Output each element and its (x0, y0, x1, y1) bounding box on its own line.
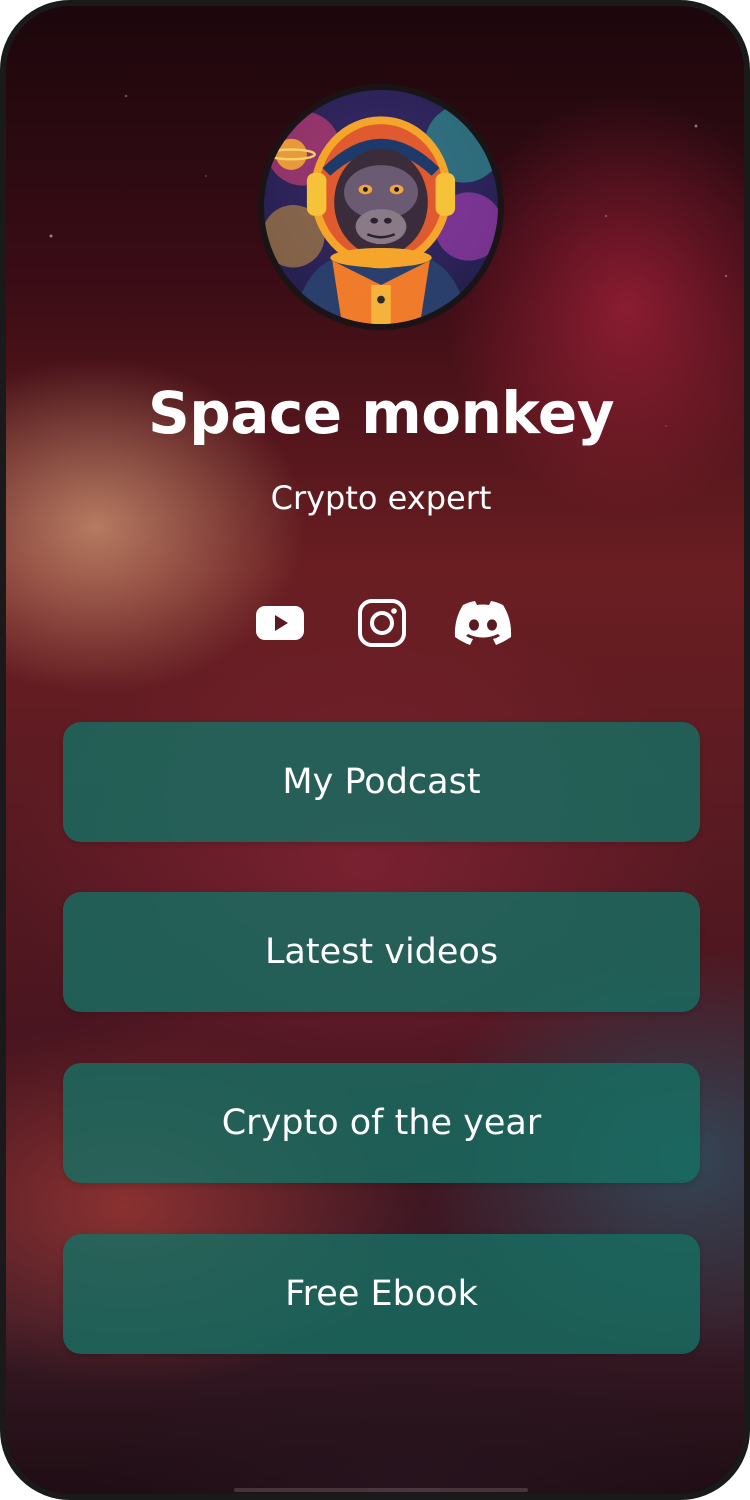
link-button-latest-videos[interactable]: Latest videos (63, 892, 700, 1012)
discord-link[interactable] (454, 596, 512, 650)
link-button-free-ebook[interactable]: Free Ebook (63, 1234, 700, 1354)
profile-name: Space monkey (147, 379, 615, 447)
link-button-my-podcast[interactable]: My Podcast (63, 722, 700, 842)
space-monkey-avatar-illustration (264, 104, 498, 324)
phone-frame: Space monkey Crypto expert My Podcast La… (0, 0, 750, 1500)
avatar (258, 84, 504, 330)
discord-icon (454, 601, 512, 645)
home-indicator (234, 1488, 528, 1492)
social-links (6, 596, 744, 650)
youtube-icon (256, 606, 304, 640)
instagram-icon (358, 599, 406, 647)
instagram-link[interactable] (353, 596, 411, 650)
profile-tagline: Crypto expert (270, 479, 492, 517)
link-button-crypto-of-the-year[interactable]: Crypto of the year (63, 1063, 700, 1183)
youtube-link[interactable] (251, 596, 309, 650)
